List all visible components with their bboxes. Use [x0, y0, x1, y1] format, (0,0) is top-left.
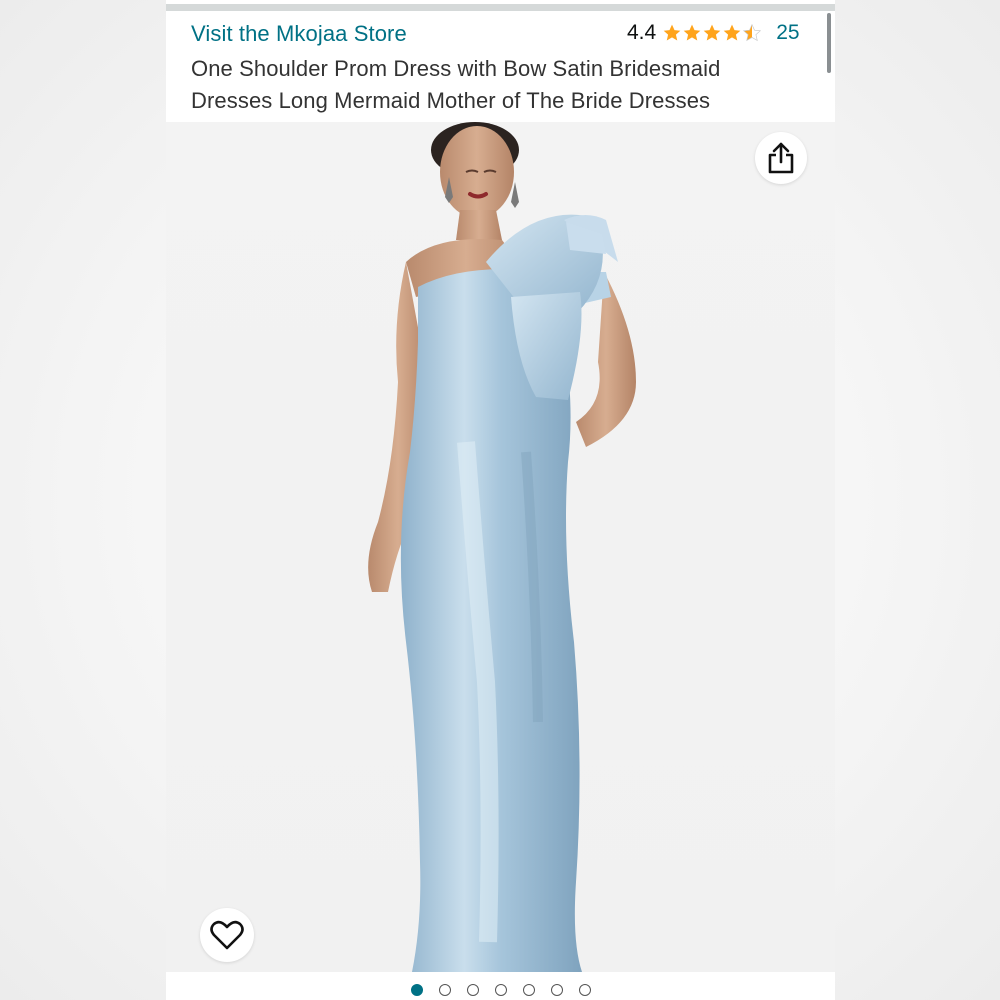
- product-image[interactable]: [166, 122, 835, 972]
- star-icon: [723, 24, 741, 41]
- carousel-dot[interactable]: [466, 984, 479, 996]
- star-icon: [703, 24, 721, 41]
- share-button[interactable]: [755, 132, 807, 184]
- carousel-dot[interactable]: [578, 984, 591, 996]
- store-link[interactable]: Visit the Mkojaa Store: [191, 21, 407, 47]
- carousel-dot[interactable]: [410, 984, 423, 996]
- star-icon: [683, 24, 701, 41]
- carousel-dot[interactable]: [550, 984, 563, 996]
- rating-count[interactable]: 25: [776, 21, 799, 45]
- scrollbar[interactable]: [827, 13, 831, 73]
- rating-summary[interactable]: 4.4 25: [627, 21, 800, 45]
- wishlist-button[interactable]: [200, 908, 254, 962]
- star-rating: [662, 23, 762, 43]
- share-icon: [768, 142, 794, 174]
- image-gallery[interactable]: [166, 122, 835, 972]
- carousel-dot[interactable]: [438, 984, 451, 996]
- carousel-indicator: [166, 980, 835, 1000]
- star-icon: [663, 24, 681, 41]
- rating-value: 4.4: [627, 21, 657, 44]
- top-divider: [166, 4, 835, 11]
- product-header: Visit the Mkojaa Store 4.4 25 One Should…: [166, 11, 835, 122]
- product-screen: Visit the Mkojaa Store 4.4 25 One Should…: [166, 0, 835, 1000]
- half-star-icon: [743, 23, 762, 42]
- heart-icon: [210, 920, 244, 950]
- product-title: One Shoulder Prom Dress with Bow Satin B…: [191, 56, 721, 113]
- carousel-dot[interactable]: [494, 984, 507, 996]
- carousel-dot[interactable]: [522, 984, 535, 996]
